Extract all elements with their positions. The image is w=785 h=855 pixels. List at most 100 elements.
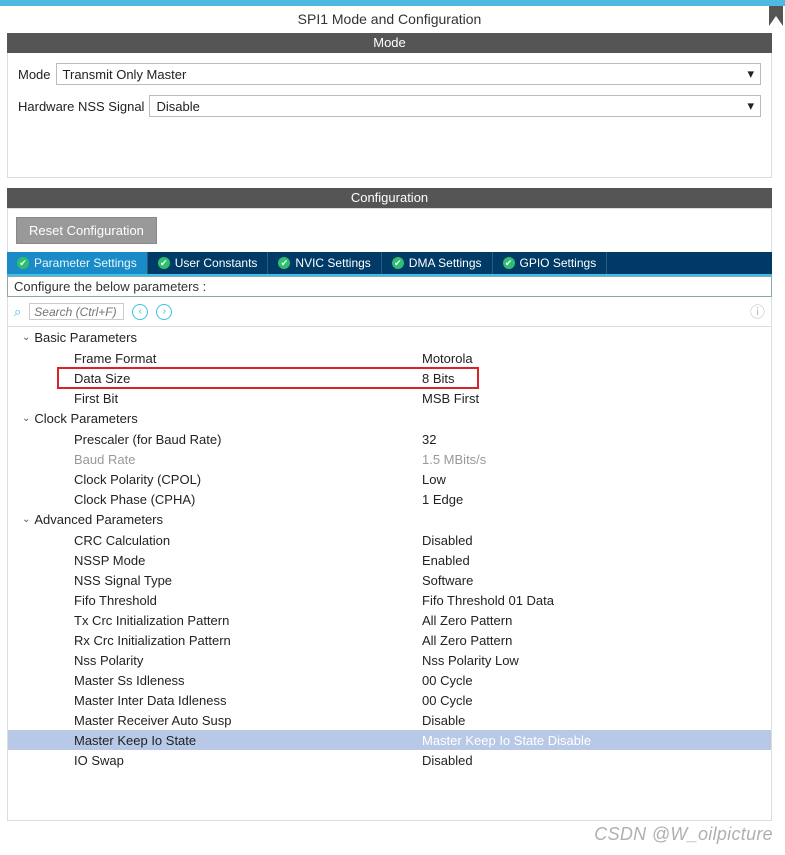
search-input[interactable]: [29, 303, 124, 320]
page-title: SPI1 Mode and Configuration: [7, 6, 772, 33]
param-row[interactable]: Frame FormatMotorola: [8, 348, 771, 368]
param-name: Rx Crc Initialization Pattern: [74, 633, 422, 648]
search-icon[interactable]: ⌕: [14, 304, 21, 320]
check-icon: ✔: [17, 257, 29, 269]
group-header[interactable]: ⌄ Clock Parameters: [8, 408, 771, 429]
param-row[interactable]: NSSP ModeEnabled: [8, 550, 771, 570]
tab-user-constants[interactable]: ✔ User Constants: [148, 252, 269, 274]
search-row: ⌕ ‹ › ⓘ: [7, 297, 772, 327]
param-name: Master Receiver Auto Susp: [74, 713, 422, 728]
chevron-down-icon: ▾: [747, 66, 754, 82]
param-name: Tx Crc Initialization Pattern: [74, 613, 422, 628]
param-value: 8 Bits: [422, 371, 455, 386]
param-row[interactable]: Tx Crc Initialization PatternAll Zero Pa…: [8, 610, 771, 630]
param-row[interactable]: Master Keep Io StateMaster Keep Io State…: [8, 730, 771, 750]
param-row[interactable]: Master Receiver Auto SuspDisable: [8, 710, 771, 730]
mode-select[interactable]: Transmit Only Master ▾: [56, 63, 761, 85]
chevron-down-icon: ⌄: [22, 413, 30, 424]
param-name: Master Ss Idleness: [74, 673, 422, 688]
check-icon: ✔: [503, 257, 515, 269]
param-value: Disabled: [422, 533, 473, 548]
param-row[interactable]: First BitMSB First: [8, 388, 771, 408]
param-value: 00 Cycle: [422, 693, 473, 708]
param-value: Disable: [422, 713, 465, 728]
param-row[interactable]: Clock Phase (CPHA)1 Edge: [8, 489, 771, 509]
param-value: Nss Polarity Low: [422, 653, 519, 668]
param-value: Master Keep Io State Disable: [422, 733, 591, 748]
tab-label: Parameter Settings: [34, 256, 137, 270]
group-title: Advanced Parameters: [34, 512, 163, 527]
param-row[interactable]: Master Ss Idleness00 Cycle: [8, 670, 771, 690]
configure-hint: Configure the below parameters :: [7, 276, 772, 297]
check-icon: ✔: [158, 257, 170, 269]
group-header[interactable]: ⌄ Basic Parameters: [8, 327, 771, 348]
group-title: Clock Parameters: [34, 411, 137, 426]
param-name: Clock Phase (CPHA): [74, 492, 422, 507]
param-row[interactable]: NSS Signal TypeSoftware: [8, 570, 771, 590]
group-header[interactable]: ⌄ Advanced Parameters: [8, 509, 771, 530]
param-value: Software: [422, 573, 473, 588]
param-name: Prescaler (for Baud Rate): [74, 432, 422, 447]
info-icon[interactable]: ⓘ: [750, 301, 765, 322]
tab-label: NVIC Settings: [295, 256, 370, 270]
mode-form-block: Mode Transmit Only Master ▾ Hardware NSS…: [7, 53, 772, 178]
group-title: Basic Parameters: [34, 330, 137, 345]
param-value: 00 Cycle: [422, 673, 473, 688]
param-name: Data Size: [74, 371, 422, 386]
tab-dma-settings[interactable]: ✔ DMA Settings: [382, 252, 493, 274]
parameters-area: ⌄Basic ParametersFrame FormatMotorolaDat…: [7, 327, 772, 821]
param-value: 32: [422, 432, 436, 447]
tab-nvic-settings[interactable]: ✔ NVIC Settings: [268, 252, 381, 274]
search-prev-button[interactable]: ‹: [132, 304, 148, 320]
param-row[interactable]: Clock Polarity (CPOL)Low: [8, 469, 771, 489]
section-header-mode: Mode: [7, 33, 772, 53]
reset-configuration-button[interactable]: Reset Configuration: [16, 217, 157, 244]
param-value: MSB First: [422, 391, 479, 406]
param-name: Baud Rate: [74, 452, 422, 467]
param-name: Master Inter Data Idleness: [74, 693, 422, 708]
check-icon: ✔: [278, 257, 290, 269]
param-value: Disabled: [422, 753, 473, 768]
corner-notch-icon: [769, 6, 783, 26]
tab-parameter-settings[interactable]: ✔ Parameter Settings: [7, 252, 148, 274]
param-name: NSSP Mode: [74, 553, 422, 568]
nss-select-value: Disable: [156, 99, 199, 114]
param-value: Enabled: [422, 553, 470, 568]
param-row[interactable]: Nss PolarityNss Polarity Low: [8, 650, 771, 670]
param-value: Low: [422, 472, 446, 487]
param-name: Frame Format: [74, 351, 422, 366]
watermark: CSDN @W_oilpicture: [594, 824, 773, 845]
mode-label: Mode: [18, 67, 51, 82]
tab-label: User Constants: [175, 256, 258, 270]
nss-label: Hardware NSS Signal: [18, 99, 144, 114]
param-row[interactable]: CRC CalculationDisabled: [8, 530, 771, 550]
param-name: NSS Signal Type: [74, 573, 422, 588]
mode-select-value: Transmit Only Master: [63, 67, 187, 82]
param-name: IO Swap: [74, 753, 422, 768]
chevron-down-icon: ⌄: [22, 332, 30, 343]
param-name: First Bit: [74, 391, 422, 406]
param-name: Master Keep Io State: [74, 733, 422, 748]
param-name: Nss Polarity: [74, 653, 422, 668]
param-name: Fifo Threshold: [74, 593, 422, 608]
nss-select[interactable]: Disable ▾: [149, 95, 761, 117]
search-next-button[interactable]: ›: [156, 304, 172, 320]
tab-label: DMA Settings: [409, 256, 482, 270]
param-value: Fifo Threshold 01 Data: [422, 593, 554, 608]
param-value: Motorola: [422, 351, 473, 366]
param-row[interactable]: Master Inter Data Idleness00 Cycle: [8, 690, 771, 710]
chevron-down-icon: ▾: [747, 98, 754, 114]
param-row[interactable]: Data Size8 Bits: [58, 368, 478, 388]
param-row[interactable]: Fifo ThresholdFifo Threshold 01 Data: [8, 590, 771, 610]
param-row[interactable]: Rx Crc Initialization PatternAll Zero Pa…: [8, 630, 771, 650]
chevron-down-icon: ⌄: [22, 514, 30, 525]
tab-gpio-settings[interactable]: ✔ GPIO Settings: [493, 252, 608, 274]
config-tabs: ✔ Parameter Settings ✔ User Constants ✔ …: [7, 252, 772, 276]
param-value: All Zero Pattern: [422, 613, 512, 628]
param-row[interactable]: Prescaler (for Baud Rate)32: [8, 429, 771, 449]
section-header-config: Configuration: [7, 188, 772, 208]
param-name: CRC Calculation: [74, 533, 422, 548]
param-name: Clock Polarity (CPOL): [74, 472, 422, 487]
param-row[interactable]: Baud Rate1.5 MBits/s: [8, 449, 771, 469]
param-row[interactable]: IO SwapDisabled: [8, 750, 771, 770]
